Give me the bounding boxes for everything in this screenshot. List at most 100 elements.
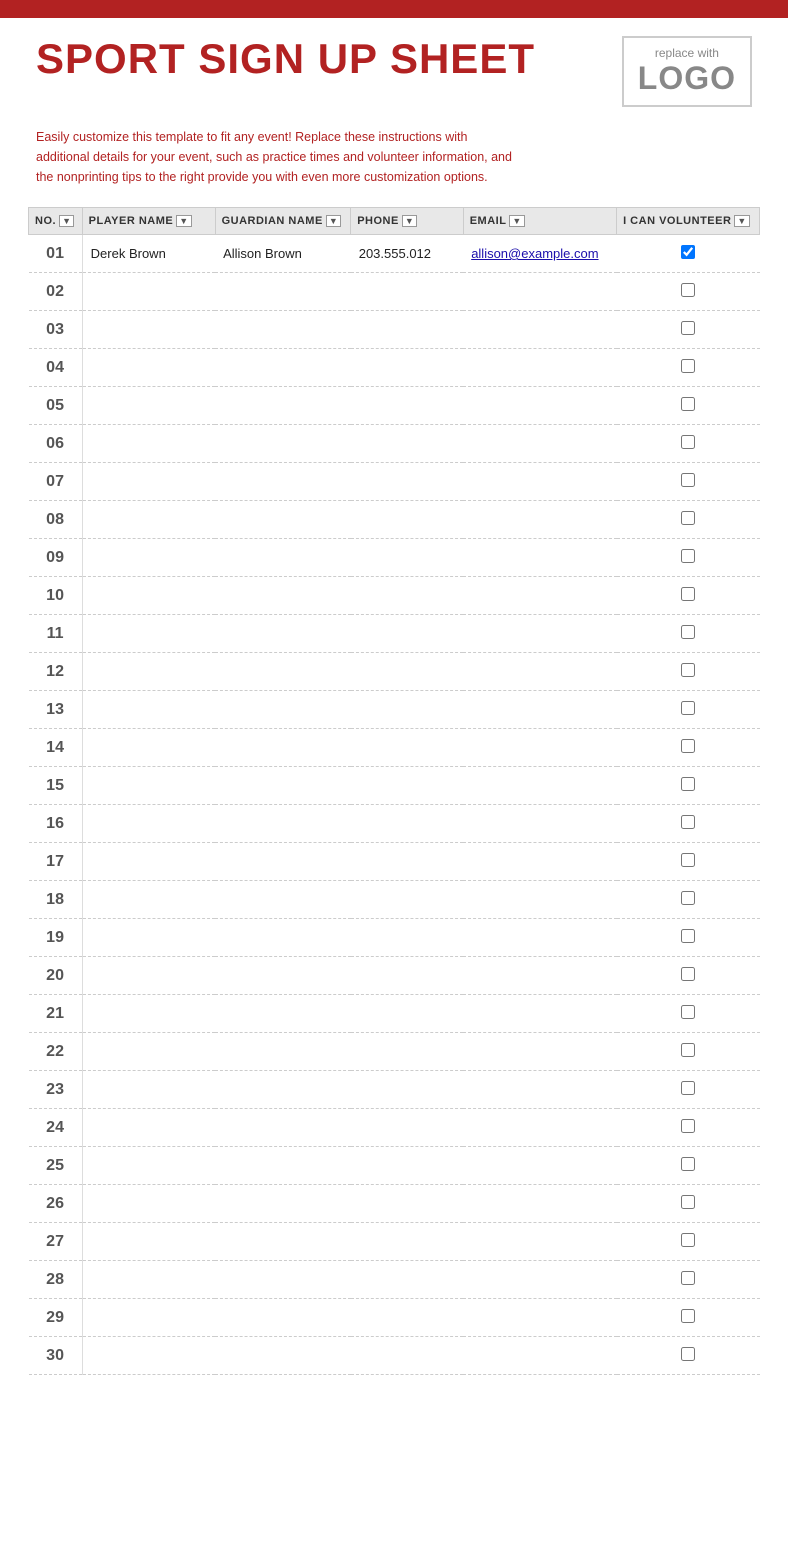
volunteer-cell[interactable] [617,1033,760,1071]
volunteer-checkbox[interactable] [681,739,695,753]
guardian-name-cell [215,1109,351,1147]
email-cell [463,881,616,919]
table-row: 12 [29,653,760,691]
row-number: 03 [29,311,83,349]
volunteer-checkbox[interactable] [681,815,695,829]
volunteer-checkbox[interactable] [681,1043,695,1057]
volunteer-dropdown-icon[interactable]: ▼ [734,215,749,227]
volunteer-checkbox[interactable] [681,549,695,563]
volunteer-cell[interactable] [617,577,760,615]
volunteer-checkbox[interactable] [681,435,695,449]
volunteer-checkbox[interactable] [681,1233,695,1247]
email-cell [463,1337,616,1375]
volunteer-checkbox[interactable] [681,1157,695,1171]
no-dropdown-icon[interactable]: ▼ [59,215,74,227]
col-header-phone: PHONE ▼ [351,208,463,235]
volunteer-checkbox[interactable] [681,511,695,525]
email-link[interactable]: allison@example.com [471,246,598,261]
volunteer-cell[interactable] [617,1223,760,1261]
volunteer-checkbox[interactable] [681,853,695,867]
phone-cell [351,501,463,539]
row-number: 17 [29,843,83,881]
phone-cell [351,1147,463,1185]
table-row: 29 [29,1299,760,1337]
player-dropdown-icon[interactable]: ▼ [176,215,191,227]
email-cell [463,1261,616,1299]
email-cell [463,767,616,805]
volunteer-cell[interactable] [617,1337,760,1375]
volunteer-cell[interactable] [617,919,760,957]
table-header-row: NO. ▼ PLAYER NAME ▼ GUARDIAN NAME ▼ [29,208,760,235]
volunteer-checkbox[interactable] [681,1005,695,1019]
guardian-dropdown-icon[interactable]: ▼ [326,215,341,227]
volunteer-checkbox[interactable] [681,777,695,791]
volunteer-checkbox[interactable] [681,967,695,981]
volunteer-checkbox[interactable] [681,1081,695,1095]
volunteer-cell[interactable] [617,843,760,881]
email-cell [463,1109,616,1147]
volunteer-cell[interactable] [617,463,760,501]
volunteer-checkbox[interactable] [681,397,695,411]
volunteer-checkbox[interactable] [681,1195,695,1209]
description-text: Easily customize this template to fit an… [0,117,560,207]
table-row: 17 [29,843,760,881]
volunteer-cell[interactable] [617,691,760,729]
volunteer-cell[interactable] [617,235,760,273]
volunteer-checkbox[interactable] [681,245,695,259]
col-header-no: NO. ▼ [29,208,83,235]
header: SPORT SIGN UP SHEET replace with LOGO [0,18,788,117]
volunteer-checkbox[interactable] [681,1347,695,1361]
volunteer-checkbox[interactable] [681,1309,695,1323]
volunteer-cell[interactable] [617,653,760,691]
volunteer-cell[interactable] [617,729,760,767]
table-row: 18 [29,881,760,919]
volunteer-cell[interactable] [617,1261,760,1299]
volunteer-cell[interactable] [617,1071,760,1109]
guardian-name-cell [215,539,351,577]
volunteer-cell[interactable] [617,805,760,843]
page-title: SPORT SIGN UP SHEET [36,36,535,82]
volunteer-checkbox[interactable] [681,891,695,905]
volunteer-checkbox[interactable] [681,473,695,487]
volunteer-cell[interactable] [617,387,760,425]
volunteer-checkbox[interactable] [681,929,695,943]
player-name-cell [82,957,215,995]
volunteer-cell[interactable] [617,995,760,1033]
volunteer-checkbox[interactable] [681,321,695,335]
player-name-cell [82,387,215,425]
volunteer-checkbox[interactable] [681,587,695,601]
volunteer-cell[interactable] [617,273,760,311]
volunteer-cell[interactable] [617,425,760,463]
volunteer-checkbox[interactable] [681,625,695,639]
guardian-name-cell [215,957,351,995]
volunteer-cell[interactable] [617,881,760,919]
volunteer-cell[interactable] [617,615,760,653]
phone-dropdown-icon[interactable]: ▼ [402,215,417,227]
volunteer-cell[interactable] [617,1109,760,1147]
volunteer-cell[interactable] [617,311,760,349]
volunteer-checkbox[interactable] [681,663,695,677]
volunteer-checkbox[interactable] [681,701,695,715]
volunteer-checkbox[interactable] [681,1119,695,1133]
volunteer-cell[interactable] [617,957,760,995]
volunteer-checkbox[interactable] [681,359,695,373]
phone-cell [351,311,463,349]
email-cell [463,387,616,425]
volunteer-cell[interactable] [617,1147,760,1185]
email-cell [463,957,616,995]
phone-cell [351,919,463,957]
volunteer-cell[interactable] [617,767,760,805]
player-name-cell [82,1147,215,1185]
guardian-name-cell [215,1185,351,1223]
email-dropdown-icon[interactable]: ▼ [509,215,524,227]
volunteer-checkbox[interactable] [681,283,695,297]
volunteer-cell[interactable] [617,539,760,577]
volunteer-cell[interactable] [617,1185,760,1223]
guardian-name-cell [215,1033,351,1071]
phone-cell [351,653,463,691]
volunteer-cell[interactable] [617,1299,760,1337]
volunteer-checkbox[interactable] [681,1271,695,1285]
volunteer-cell[interactable] [617,349,760,387]
volunteer-cell[interactable] [617,501,760,539]
phone-cell [351,957,463,995]
